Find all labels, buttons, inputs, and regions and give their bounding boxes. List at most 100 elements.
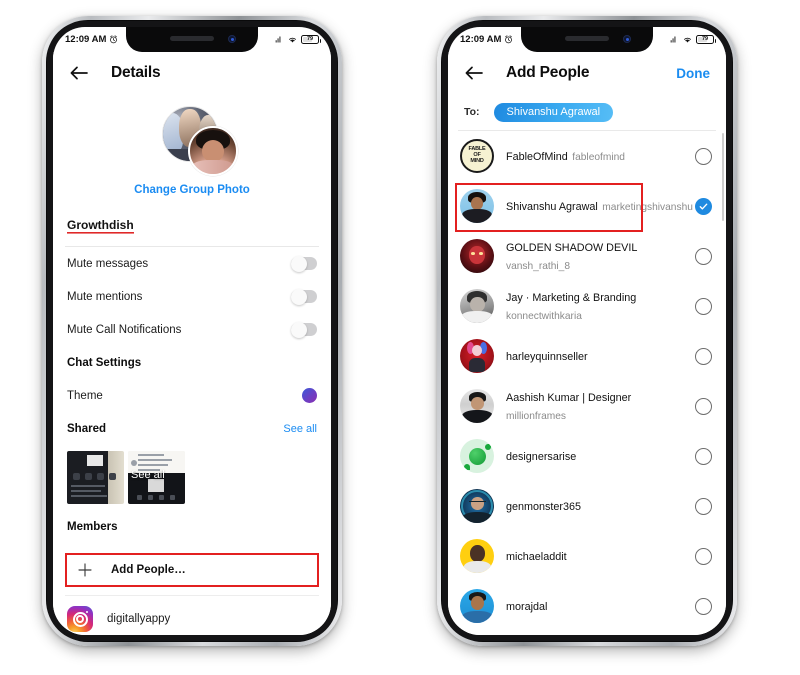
scrollbar[interactable]: [721, 133, 724, 221]
person-name: michaeladdit: [506, 551, 567, 563]
list-item-text: michaeladdit: [506, 547, 695, 565]
recipient-chip[interactable]: Shivanshu Agrawal: [493, 102, 614, 122]
change-group-photo-link[interactable]: Change Group Photo: [53, 184, 331, 196]
list-item[interactable]: Aashish Kumar | Designer millionframes: [448, 381, 726, 431]
wifi-icon: [684, 37, 691, 43]
member-list-item[interactable]: digitallyappy: [53, 596, 331, 632]
person-name: GOLDEN SHADOW DEVIL: [506, 242, 638, 254]
list-item-text: Jay · Marketing & Branding konnectwithka…: [506, 288, 695, 324]
toggle-knob: [291, 288, 307, 305]
theme-color-swatch[interactable]: [302, 388, 317, 403]
screenshot-canvas: 12:09 AM 79 Details Change Group Photo G…: [0, 0, 800, 675]
toggle-knob: [291, 321, 307, 338]
mute-call-notifications-label: Mute Call Notifications: [67, 323, 182, 336]
shared-thumbnail[interactable]: [67, 451, 124, 504]
back-arrow-icon[interactable]: [464, 65, 484, 81]
list-item[interactable]: GOLDEN SHADOW DEVIL vansh_rathi_8: [448, 231, 726, 281]
status-bar-right: 79: [669, 35, 716, 44]
shared-see-all-link[interactable]: See all: [283, 423, 317, 435]
group-photo[interactable]: [53, 104, 331, 182]
list-item[interactable]: designersarise: [448, 431, 726, 481]
shared-label: Shared: [67, 422, 106, 435]
select-checkbox[interactable]: [695, 397, 712, 415]
aashish-avatar: [460, 389, 494, 423]
select-checkbox[interactable]: [695, 247, 712, 265]
shared-overlay-see-all[interactable]: See all: [131, 469, 165, 481]
person-handle: fableofmind: [572, 152, 625, 163]
list-item[interactable]: Shivanshu Agrawal marketingshivanshu: [448, 181, 726, 232]
shared-row: Shared See all: [53, 412, 331, 445]
status-bar-left: 12:09 AM: [460, 34, 513, 45]
select-checkbox[interactable]: [695, 147, 712, 165]
list-item[interactable]: Jay · Marketing & Branding konnectwithka…: [448, 281, 726, 331]
members-row: Members: [53, 510, 331, 543]
select-checkbox[interactable]: [695, 447, 712, 465]
person-name: Jay · Marketing & Branding: [506, 292, 637, 304]
status-bar-right: 79: [274, 35, 321, 44]
earpiece-speaker: [565, 36, 609, 41]
member-name: digitallyappy: [107, 613, 171, 625]
list-item[interactable]: FABLE OF MIND FableOfMind fableofmind: [448, 131, 726, 181]
select-checkbox[interactable]: [695, 547, 712, 565]
fableofmind-avatar: FABLE OF MIND: [460, 139, 494, 173]
mute-messages-toggle[interactable]: [291, 255, 317, 272]
add-people-button[interactable]: Add People…: [65, 553, 319, 587]
list-item[interactable]: morajdal: [448, 581, 726, 631]
person-name: FableOfMind: [506, 151, 568, 163]
done-button[interactable]: Done: [676, 66, 710, 81]
person-name: harleyquinnseller: [506, 351, 588, 363]
list-item[interactable]: michaeladdit: [448, 531, 726, 581]
mute-mentions-toggle[interactable]: [291, 288, 317, 305]
battery-icon: 79: [301, 35, 321, 44]
left-phone-mockup: 12:09 AM 79 Details Change Group Photo G…: [42, 16, 342, 646]
list-item[interactable]: harleyquinnseller: [448, 331, 726, 381]
person-name: Aashish Kumar | Designer: [506, 392, 632, 404]
phone-notch: [126, 27, 258, 52]
people-list[interactable]: FABLE OF MIND FableOfMind fableofmind Shiv…: [448, 131, 726, 635]
list-item-text: designersarise: [506, 447, 695, 465]
front-camera-icon: [623, 35, 631, 43]
members-label: Members: [67, 520, 118, 533]
mute-mentions-row[interactable]: Mute mentions: [53, 280, 331, 313]
person-name: morajdal: [506, 601, 548, 613]
person-name: designersarise: [506, 451, 577, 463]
devil-avatar: [460, 239, 494, 273]
phone-notch: [521, 27, 653, 52]
mute-call-notifications-row[interactable]: Mute Call Notifications: [53, 313, 331, 346]
chat-settings-label: Chat Settings: [67, 356, 142, 369]
mute-messages-row[interactable]: Mute messages: [53, 247, 331, 280]
person-name: Shivanshu Agrawal: [506, 201, 598, 213]
jay-avatar: [460, 289, 494, 323]
wifi-icon: [289, 37, 296, 43]
theme-label: Theme: [67, 389, 103, 402]
alarm-icon: [110, 35, 118, 44]
back-arrow-icon[interactable]: [69, 65, 89, 81]
select-checkbox[interactable]: [695, 297, 712, 315]
instagram-logo-icon: [67, 606, 93, 632]
mute-call-notifications-toggle[interactable]: [291, 321, 317, 338]
plus-icon: [78, 563, 92, 577]
battery-percent: 79: [701, 35, 709, 42]
select-checkbox[interactable]: [695, 347, 712, 365]
person-handle: millionframes: [506, 411, 567, 422]
theme-row[interactable]: Theme: [53, 379, 331, 412]
list-item-text: genmonster365: [506, 497, 695, 515]
select-checkbox[interactable]: [695, 597, 712, 615]
details-body: Change Group Photo Growthdish Mute messa…: [53, 94, 331, 635]
list-item[interactable]: genmonster365: [448, 481, 726, 531]
right-phone-mockup: 12:09 AM 79 Add People Done To: Shivansh…: [437, 16, 737, 646]
person-handle: marketingshivanshu: [602, 202, 693, 213]
list-item-text: Aashish Kumar | Designer millionframes: [506, 388, 695, 424]
select-checkbox[interactable]: [695, 497, 712, 515]
status-time: 12:09 AM: [460, 34, 502, 45]
chat-settings-row: Chat Settings: [53, 346, 331, 379]
shared-thumbnails: See all: [53, 445, 331, 504]
right-phone-screen: 12:09 AM 79 Add People Done To: Shivansh…: [448, 27, 726, 635]
details-header: Details: [53, 52, 331, 94]
group-name[interactable]: Growthdish: [67, 218, 134, 234]
select-checkbox-checked[interactable]: [695, 197, 712, 215]
mute-messages-label: Mute messages: [67, 257, 149, 270]
signal-wifi-icon: [275, 36, 281, 43]
to-field[interactable]: To: Shivanshu Agrawal: [448, 94, 726, 130]
front-camera-icon: [228, 35, 236, 43]
